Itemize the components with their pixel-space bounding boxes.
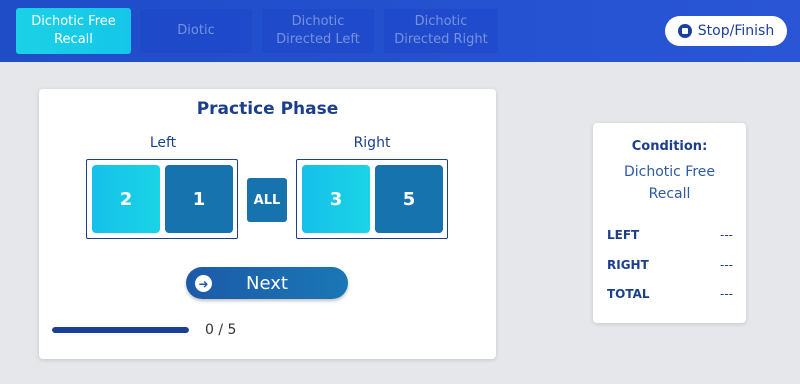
right-label: Right	[353, 135, 391, 151]
right-digit-group: 3 5	[296, 159, 448, 239]
progress-fill	[52, 327, 189, 333]
stat-row-right: RIGHT ---	[607, 258, 733, 274]
progress-counter: 0 / 5	[205, 322, 237, 338]
stat-value: ---	[720, 228, 733, 242]
arrow-right-circle-icon: ➜	[195, 275, 212, 292]
right-digit-tile[interactable]: 3	[302, 165, 370, 233]
left-digit-tile[interactable]: 2	[92, 165, 160, 233]
stop-finish-label: Stop/Finish	[697, 23, 775, 39]
stat-value: ---	[720, 258, 733, 272]
stat-label: TOTAL	[607, 287, 650, 301]
all-button[interactable]: ALL	[247, 178, 287, 222]
condition-value: Dichotic Free Recall	[623, 164, 716, 202]
next-label: Next	[246, 272, 288, 294]
tab-dichotic-directed-left[interactable]: Dichotic Directed Left	[261, 8, 375, 54]
tab-dichotic-free-recall[interactable]: Dichotic Free Recall	[16, 8, 131, 54]
stat-value: ---	[720, 287, 733, 301]
left-label: Left	[149, 135, 177, 151]
page-title: Practice Phase	[196, 99, 339, 119]
tab-dichotic-directed-right[interactable]: Dichotic Directed Right	[383, 8, 499, 54]
stat-label: RIGHT	[607, 258, 649, 272]
practice-panel: Practice Phase Left Right 2 1 ALL 3 5 ➜ …	[39, 89, 496, 359]
stat-label: LEFT	[607, 228, 640, 242]
condition-info-panel: Condition: Dichotic Free Recall LEFT ---…	[593, 123, 746, 323]
tab-diotic[interactable]: Diotic	[139, 8, 253, 54]
next-button[interactable]: ➜ Next	[186, 267, 348, 299]
right-digit-tile[interactable]: 5	[375, 165, 443, 233]
stop-circle-icon	[677, 24, 692, 38]
left-digit-group: 2 1	[86, 159, 238, 239]
stop-finish-button[interactable]: Stop/Finish	[665, 16, 787, 46]
progress-bar	[52, 327, 189, 333]
stat-row-total: TOTAL ---	[607, 287, 733, 303]
left-digit-tile[interactable]: 1	[165, 165, 233, 233]
stat-row-left: LEFT ---	[607, 228, 733, 244]
condition-heading: Condition:	[631, 139, 708, 154]
top-nav-bar: Dichotic Free Recall Diotic Dichotic Dir…	[0, 0, 800, 62]
